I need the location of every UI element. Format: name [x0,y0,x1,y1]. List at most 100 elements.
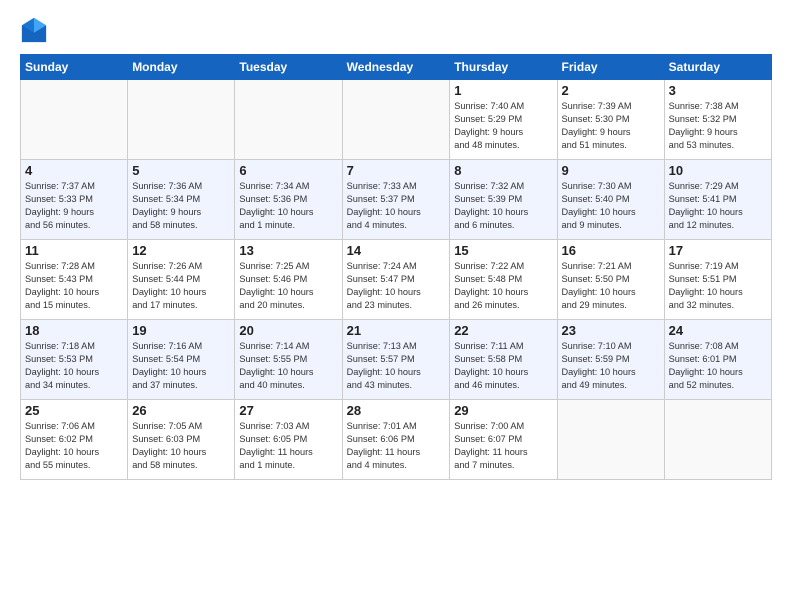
day-info: Sunrise: 7:08 AM Sunset: 6:01 PM Dayligh… [669,340,767,392]
day-number: 22 [454,323,552,338]
day-cell: 24 Sunrise: 7:08 AM Sunset: 6:01 PM Dayli… [664,320,771,400]
day-number: 4 [25,163,123,178]
day-info: Sunrise: 7:10 AM Sunset: 5:59 PM Dayligh… [562,340,660,392]
day-cell: 26 Sunrise: 7:05 AM Sunset: 6:03 PM Dayli… [128,400,235,480]
day-info: Sunrise: 7:14 AM Sunset: 5:55 PM Dayligh… [239,340,337,392]
day-cell [235,80,342,160]
day-cell [128,80,235,160]
weekday-saturday: Saturday [664,55,771,80]
day-cell: 7 Sunrise: 7:33 AM Sunset: 5:37 PM Daylig… [342,160,450,240]
day-info: Sunrise: 7:13 AM Sunset: 5:57 PM Dayligh… [347,340,446,392]
day-number: 21 [347,323,446,338]
day-number: 19 [132,323,230,338]
day-number: 1 [454,83,552,98]
day-cell: 25 Sunrise: 7:06 AM Sunset: 6:02 PM Dayli… [21,400,128,480]
day-number: 12 [132,243,230,258]
day-cell: 5 Sunrise: 7:36 AM Sunset: 5:34 PM Daylig… [128,160,235,240]
day-info: Sunrise: 7:34 AM Sunset: 5:36 PM Dayligh… [239,180,337,232]
logo-icon [20,16,48,44]
week-row-5: 25 Sunrise: 7:06 AM Sunset: 6:02 PM Dayli… [21,400,772,480]
day-number: 25 [25,403,123,418]
week-row-4: 18Sunrise: 7:18 AM Sunset: 5:53 PM Dayli… [21,320,772,400]
weekday-sunday: Sunday [21,55,128,80]
day-info: Sunrise: 7:33 AM Sunset: 5:37 PM Dayligh… [347,180,446,232]
weekday-wednesday: Wednesday [342,55,450,80]
day-cell: 17Sunrise: 7:19 AM Sunset: 5:51 PM Dayli… [664,240,771,320]
day-cell: 14Sunrise: 7:24 AM Sunset: 5:47 PM Dayli… [342,240,450,320]
day-number: 13 [239,243,337,258]
day-cell: 2 Sunrise: 7:39 AM Sunset: 5:30 PM Daylig… [557,80,664,160]
day-number: 18 [25,323,123,338]
page: SundayMondayTuesdayWednesdayThursdayFrid… [0,0,792,490]
day-cell: 3 Sunrise: 7:38 AM Sunset: 5:32 PM Daylig… [664,80,771,160]
day-info: Sunrise: 7:39 AM Sunset: 5:30 PM Dayligh… [562,100,660,152]
day-cell [342,80,450,160]
day-info: Sunrise: 7:36 AM Sunset: 5:34 PM Dayligh… [132,180,230,232]
day-info: Sunrise: 7:00 AM Sunset: 6:07 PM Dayligh… [454,420,552,472]
weekday-header-row: SundayMondayTuesdayWednesdayThursdayFrid… [21,55,772,80]
day-number: 7 [347,163,446,178]
weekday-thursday: Thursday [450,55,557,80]
day-cell: 28 Sunrise: 7:01 AM Sunset: 6:06 PM Dayli… [342,400,450,480]
day-info: Sunrise: 7:22 AM Sunset: 5:48 PM Dayligh… [454,260,552,312]
day-info: Sunrise: 7:38 AM Sunset: 5:32 PM Dayligh… [669,100,767,152]
day-cell [557,400,664,480]
day-cell: 19 Sunrise: 7:16 AM Sunset: 5:54 PM Dayli… [128,320,235,400]
day-number: 24 [669,323,767,338]
day-cell: 8 Sunrise: 7:32 AM Sunset: 5:39 PM Daylig… [450,160,557,240]
day-cell: 1 Sunrise: 7:40 AM Sunset: 5:29 PM Daylig… [450,80,557,160]
day-number: 5 [132,163,230,178]
day-info: Sunrise: 7:05 AM Sunset: 6:03 PM Dayligh… [132,420,230,472]
day-number: 10 [669,163,767,178]
day-number: 11 [25,243,123,258]
day-cell: 12 Sunrise: 7:26 AM Sunset: 5:44 PM Dayli… [128,240,235,320]
day-cell [21,80,128,160]
day-number: 28 [347,403,446,418]
day-info: Sunrise: 7:01 AM Sunset: 6:06 PM Dayligh… [347,420,446,472]
day-number: 23 [562,323,660,338]
day-cell: 23 Sunrise: 7:10 AM Sunset: 5:59 PM Dayli… [557,320,664,400]
week-row-1: 1 Sunrise: 7:40 AM Sunset: 5:29 PM Daylig… [21,80,772,160]
day-cell: 15Sunrise: 7:22 AM Sunset: 5:48 PM Dayli… [450,240,557,320]
logo [20,16,50,44]
day-number: 8 [454,163,552,178]
day-number: 9 [562,163,660,178]
day-cell: 10Sunrise: 7:29 AM Sunset: 5:41 PM Dayli… [664,160,771,240]
day-number: 14 [347,243,446,258]
day-info: Sunrise: 7:03 AM Sunset: 6:05 PM Dayligh… [239,420,337,472]
header [20,16,772,44]
day-cell: 4Sunrise: 7:37 AM Sunset: 5:33 PM Daylig… [21,160,128,240]
day-info: Sunrise: 7:06 AM Sunset: 6:02 PM Dayligh… [25,420,123,472]
day-number: 20 [239,323,337,338]
day-number: 26 [132,403,230,418]
day-info: Sunrise: 7:19 AM Sunset: 5:51 PM Dayligh… [669,260,767,312]
day-number: 29 [454,403,552,418]
day-info: Sunrise: 7:11 AM Sunset: 5:58 PM Dayligh… [454,340,552,392]
day-info: Sunrise: 7:25 AM Sunset: 5:46 PM Dayligh… [239,260,337,312]
day-cell: 6Sunrise: 7:34 AM Sunset: 5:36 PM Daylig… [235,160,342,240]
day-info: Sunrise: 7:16 AM Sunset: 5:54 PM Dayligh… [132,340,230,392]
weekday-tuesday: Tuesday [235,55,342,80]
day-cell: 11 Sunrise: 7:28 AM Sunset: 5:43 PM Dayli… [21,240,128,320]
day-number: 16 [562,243,660,258]
day-cell: 20 Sunrise: 7:14 AM Sunset: 5:55 PM Dayli… [235,320,342,400]
week-row-2: 4Sunrise: 7:37 AM Sunset: 5:33 PM Daylig… [21,160,772,240]
day-cell: 22 Sunrise: 7:11 AM Sunset: 5:58 PM Dayli… [450,320,557,400]
day-cell [664,400,771,480]
day-cell: 16 Sunrise: 7:21 AM Sunset: 5:50 PM Dayli… [557,240,664,320]
day-info: Sunrise: 7:30 AM Sunset: 5:40 PM Dayligh… [562,180,660,232]
day-number: 2 [562,83,660,98]
day-info: Sunrise: 7:32 AM Sunset: 5:39 PM Dayligh… [454,180,552,232]
day-info: Sunrise: 7:40 AM Sunset: 5:29 PM Dayligh… [454,100,552,152]
day-cell: 13 Sunrise: 7:25 AM Sunset: 5:46 PM Dayli… [235,240,342,320]
day-info: Sunrise: 7:21 AM Sunset: 5:50 PM Dayligh… [562,260,660,312]
calendar-table: SundayMondayTuesdayWednesdayThursdayFrid… [20,54,772,480]
day-cell: 27 Sunrise: 7:03 AM Sunset: 6:05 PM Dayli… [235,400,342,480]
day-info: Sunrise: 7:26 AM Sunset: 5:44 PM Dayligh… [132,260,230,312]
day-number: 3 [669,83,767,98]
day-info: Sunrise: 7:28 AM Sunset: 5:43 PM Dayligh… [25,260,123,312]
day-cell: 9 Sunrise: 7:30 AM Sunset: 5:40 PM Daylig… [557,160,664,240]
day-cell: 29 Sunrise: 7:00 AM Sunset: 6:07 PM Dayli… [450,400,557,480]
weekday-friday: Friday [557,55,664,80]
day-number: 27 [239,403,337,418]
